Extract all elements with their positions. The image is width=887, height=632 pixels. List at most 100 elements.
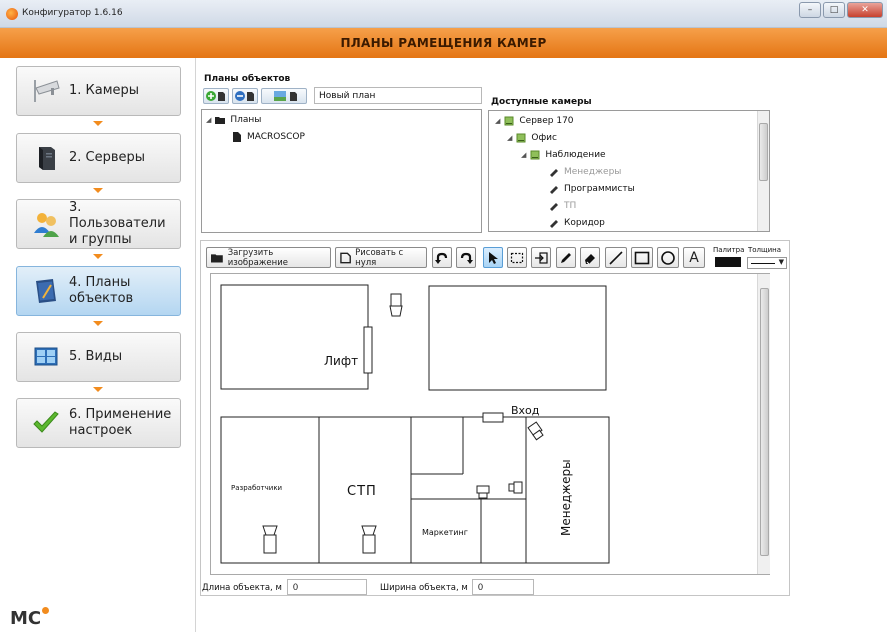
pencil-tool-button[interactable] — [556, 247, 576, 268]
load-image-button[interactable]: Загрузить изображение — [206, 247, 331, 268]
sidebar-item-label: 4. Планы — [69, 275, 131, 290]
sidebar-item-views[interactable]: 5. Виды — [16, 332, 181, 382]
close-button[interactable]: ✕ — [847, 2, 883, 18]
tree-item-server[interactable]: ◢ Сервер 170 — [495, 116, 574, 126]
rect-select-tool-button[interactable] — [507, 247, 527, 268]
remove-plan-icon — [235, 91, 254, 101]
plan-name-input[interactable] — [314, 87, 482, 104]
minimize-button[interactable]: – — [799, 2, 821, 18]
marquee-icon — [510, 252, 524, 263]
cameras-scrollbar[interactable] — [757, 111, 769, 231]
plan-image-button[interactable] — [261, 88, 307, 104]
step-arrow-icon — [93, 254, 103, 259]
palette-color-swatch[interactable] — [715, 257, 741, 267]
expand-arrow-icon[interactable]: ◢ — [507, 134, 512, 142]
logo-dot-icon — [42, 607, 50, 614]
tree-item-surveillance[interactable]: ◢ Наблюдение — [521, 150, 606, 160]
tree-item-camera-programmers[interactable]: Программисты — [549, 184, 635, 194]
logo-text: MC — [10, 608, 42, 629]
plan-canvas[interactable]: Лифт Вход Разработчики СТП Маркетинг Мен… — [210, 273, 770, 575]
sidebar-item-label: 3. Пользователи — [69, 200, 166, 231]
load-image-label: Загрузить изображение — [227, 247, 288, 268]
window-titlebar: Конфигуратор 1.6.16 – □ ✕ — [0, 0, 887, 28]
redo-icon — [460, 252, 473, 264]
object-width-label: Ширина объекта, м — [380, 583, 468, 593]
rectangle-tool-button[interactable] — [631, 247, 653, 268]
sidebar-item-label-line2: настроек — [69, 423, 133, 438]
sidebar-item-label: 1. Камеры — [69, 83, 140, 98]
server-icon — [530, 150, 540, 160]
tree-item-office[interactable]: ◢ Офис — [507, 133, 557, 143]
blueprint-icon — [31, 276, 61, 306]
tree-item-label: Коридор — [564, 218, 605, 228]
maximize-button[interactable]: □ — [823, 2, 845, 18]
camera-marker-lift — [389, 293, 403, 317]
room-label-developers: Разработчики — [231, 484, 283, 492]
undo-icon — [435, 252, 448, 264]
redo-button[interactable] — [456, 247, 476, 268]
tree-item-macroscop[interactable]: MACROSCOP — [232, 132, 305, 142]
camera-icon — [549, 184, 559, 194]
insert-icon — [535, 251, 548, 264]
folder-open-icon — [211, 253, 223, 263]
cursor-icon — [489, 251, 498, 264]
object-length-label: Длина объекта, м — [202, 583, 282, 593]
canvas-scrollbar[interactable] — [757, 274, 770, 574]
sidebar-item-label: 6. Применение — [69, 407, 172, 422]
scrollbar-thumb[interactable] — [760, 288, 769, 556]
line-tool-button[interactable] — [605, 247, 627, 268]
sidebar-item-label-line2: и группы — [69, 232, 132, 247]
room-label-stp: СТП — [347, 484, 377, 499]
cameras-section-title: Доступные камеры — [491, 97, 592, 107]
server-icon — [504, 116, 514, 126]
object-width-input[interactable] — [472, 579, 534, 595]
text-tool-button[interactable]: A — [683, 247, 705, 268]
tree-item-camera-corridor[interactable]: Коридор — [549, 218, 605, 228]
line-thickness-preview — [751, 263, 775, 264]
app-icon — [6, 8, 18, 20]
sidebar-item-cameras[interactable]: 1. Камеры — [16, 66, 181, 116]
camera-icon — [549, 201, 559, 211]
image-plan-icon — [274, 91, 297, 101]
tree-item-label: Офис — [531, 133, 557, 143]
tree-item-label: Сервер 170 — [519, 116, 574, 126]
sidebar-item-object-plans[interactable]: 4. Планы объектов — [16, 266, 181, 316]
expand-arrow-icon[interactable]: ◢ — [495, 117, 500, 125]
camera-icon — [549, 218, 559, 228]
draw-from-scratch-button[interactable]: Рисовать с нуля — [335, 247, 427, 268]
sidebar: 1. Камеры 2. Серверы 3. Пользователи и г… — [0, 58, 195, 632]
thickness-dropdown[interactable]: ▼ — [747, 257, 787, 269]
add-plan-button[interactable] — [203, 88, 229, 104]
sidebar-item-label-block: 6. Применение настроек — [69, 407, 171, 439]
expand-arrow-icon[interactable]: ◢ — [521, 151, 526, 159]
cameras-tree[interactable]: ◢ Сервер 170 ◢ Офис ◢ Наблюдение Менедже… — [488, 110, 770, 232]
object-length-input[interactable] — [287, 579, 367, 595]
tree-item-label: Программисты — [564, 184, 635, 194]
sidebar-item-users[interactable]: 3. Пользователи и группы — [16, 199, 181, 249]
draw-from-scratch-label: Рисовать с нуля — [355, 247, 404, 268]
undo-button[interactable] — [432, 247, 452, 268]
tree-item-camera-managers[interactable]: Менеджеры — [549, 167, 621, 177]
place-camera-tool-button[interactable] — [531, 247, 551, 268]
line-icon — [609, 250, 623, 265]
select-tool-button[interactable] — [483, 247, 503, 268]
remove-plan-button[interactable] — [232, 88, 258, 104]
plans-tree[interactable]: ◢ Планы MACROSCOP — [201, 109, 482, 233]
sidebar-item-apply-settings[interactable]: 6. Применение настроек — [16, 398, 181, 448]
tree-item-label: Менеджеры — [564, 167, 622, 177]
macroscop-logo: MC — [10, 607, 50, 629]
eraser-tool-button[interactable] — [580, 247, 600, 268]
sidebar-item-servers[interactable]: 2. Серверы — [16, 133, 181, 183]
step-arrow-icon — [93, 387, 103, 392]
sidebar-item-label-block: 4. Планы объектов — [69, 275, 133, 307]
server-icon — [516, 133, 526, 143]
ellipse-tool-button[interactable] — [657, 247, 679, 268]
tree-item-camera-tp[interactable]: ТП — [549, 201, 576, 211]
palette-label: Палитра — [713, 246, 745, 254]
chevron-down-icon: ▼ — [778, 258, 784, 266]
document-icon — [232, 132, 242, 142]
tree-item-plans[interactable]: ◢ Планы — [206, 115, 261, 125]
window-title: Конфигуратор 1.6.16 — [22, 8, 123, 18]
expand-arrow-icon[interactable]: ◢ — [206, 116, 211, 124]
scrollbar-thumb[interactable] — [759, 123, 768, 181]
